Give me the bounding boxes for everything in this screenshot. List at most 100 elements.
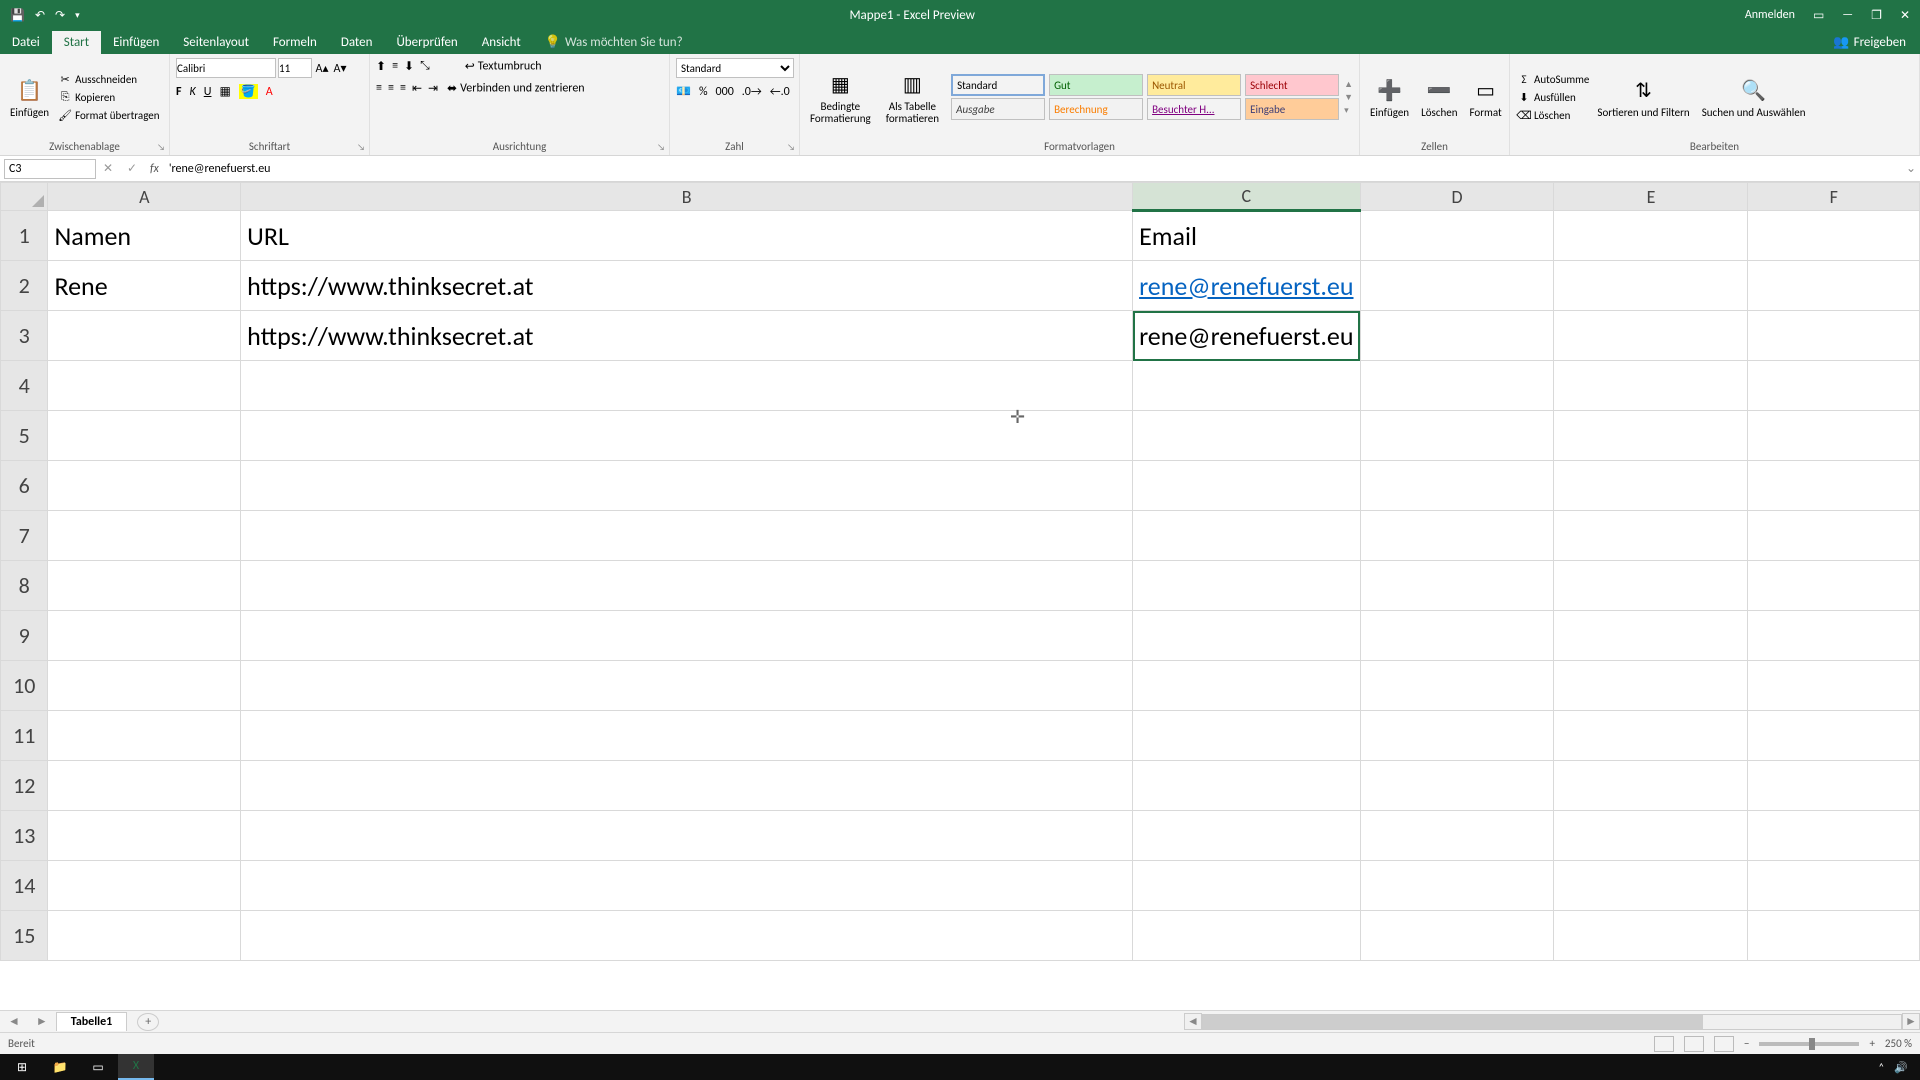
cell[interactable] <box>241 511 1133 561</box>
cell[interactable] <box>241 861 1133 911</box>
share-button[interactable]: 👥 Freigeben <box>1819 31 1920 54</box>
cell[interactable] <box>241 611 1133 661</box>
cell[interactable] <box>1748 661 1920 711</box>
dialog-launcher-icon[interactable]: ↘ <box>657 142 665 153</box>
cell[interactable] <box>48 311 241 361</box>
row-header[interactable]: 5 <box>1 411 48 461</box>
autosum-button[interactable]: ΣAutoSumme <box>1516 71 1589 87</box>
fill-button[interactable]: ⬇Ausfüllen <box>1516 89 1589 105</box>
cell[interactable] <box>1133 461 1360 511</box>
dialog-launcher-icon[interactable]: ↘ <box>157 142 165 153</box>
tab-daten[interactable]: Daten <box>329 31 385 54</box>
tab-start[interactable]: Start <box>52 31 101 54</box>
align-right-icon[interactable]: ≡ <box>400 81 406 95</box>
signin-link[interactable]: Anmelden <box>1745 8 1795 22</box>
increase-font-icon[interactable]: A▴ <box>314 60 330 76</box>
scroll-thumb[interactable] <box>1203 1015 1703 1029</box>
cell[interactable] <box>1133 711 1360 761</box>
cell[interactable] <box>1360 661 1554 711</box>
cell[interactable] <box>241 761 1133 811</box>
zoom-slider[interactable] <box>1759 1042 1859 1046</box>
style-standard[interactable]: Standard <box>951 74 1045 96</box>
cell[interactable] <box>1554 661 1748 711</box>
new-sheet-button[interactable]: + <box>137 1013 159 1031</box>
minimize-icon[interactable]: — <box>1842 8 1853 22</box>
cell[interactable] <box>1748 911 1920 961</box>
cell[interactable] <box>1360 611 1554 661</box>
start-menu-icon[interactable]: ⊞ <box>4 1054 40 1080</box>
sheet-nav-next-icon[interactable]: ► <box>28 1014 56 1029</box>
cell[interactable] <box>1554 811 1748 861</box>
expand-formula-bar-icon[interactable]: ⌄ <box>1902 161 1920 176</box>
align-top-icon[interactable]: ⬆ <box>376 59 386 74</box>
column-header[interactable]: E <box>1554 183 1748 211</box>
wrap-text-button[interactable]: ↩Textumbruch <box>462 58 542 74</box>
row-header[interactable]: 2 <box>1 261 48 311</box>
align-bottom-icon[interactable]: ⬇ <box>404 59 414 74</box>
cell[interactable] <box>48 761 241 811</box>
clear-button[interactable]: ⌫Löschen <box>1516 107 1589 123</box>
merge-center-button[interactable]: ⬌Verbinden und zentrieren <box>444 80 585 96</box>
horizontal-scrollbar[interactable]: ◄ ► <box>1184 1013 1920 1030</box>
dialog-launcher-icon[interactable]: ↘ <box>357 142 365 153</box>
sheet-tab-active[interactable]: Tabelle1 <box>56 1012 127 1031</box>
cell[interactable] <box>1360 311 1554 361</box>
italic-button[interactable]: K <box>190 85 196 99</box>
task-view-icon[interactable]: ▭ <box>80 1054 116 1080</box>
tray-chevron-icon[interactable]: ˄ <box>1878 1061 1884 1074</box>
row-header[interactable]: 11 <box>1 711 48 761</box>
normal-view-icon[interactable] <box>1654 1036 1674 1052</box>
cell[interactable] <box>1554 911 1748 961</box>
cell[interactable] <box>1748 711 1920 761</box>
cell[interactable] <box>241 411 1133 461</box>
copy-button[interactable]: ⎘Kopieren <box>57 89 159 105</box>
tab-einfuegen[interactable]: Einfügen <box>101 31 171 54</box>
cell[interactable] <box>1554 611 1748 661</box>
indent-decrease-icon[interactable]: ⇤ <box>412 81 422 96</box>
orientation-icon[interactable]: ⤡ <box>420 59 430 73</box>
zoom-out-icon[interactable]: − <box>1744 1037 1749 1050</box>
cell[interactable] <box>241 711 1133 761</box>
cell[interactable] <box>1748 361 1920 411</box>
save-icon[interactable]: 💾 <box>10 8 25 23</box>
cell[interactable] <box>1360 561 1554 611</box>
cell[interactable] <box>1748 311 1920 361</box>
fill-color-icon[interactable]: 🪣 <box>239 84 258 99</box>
row-header[interactable]: 1 <box>1 211 48 261</box>
styles-more-icon[interactable]: ▾ <box>1344 105 1353 116</box>
scroll-track[interactable] <box>1202 1014 1902 1030</box>
find-select-button[interactable]: 🔍Suchen und Auswählen <box>1698 73 1810 121</box>
cell[interactable]: URL <box>241 211 1133 261</box>
cell[interactable] <box>48 711 241 761</box>
row-header[interactable]: 4 <box>1 361 48 411</box>
column-header[interactable]: D <box>1360 183 1554 211</box>
align-center-icon[interactable]: ≡ <box>388 81 394 95</box>
cell[interactable]: Namen <box>48 211 241 261</box>
scroll-left-icon[interactable]: ◄ <box>1184 1013 1202 1030</box>
cell[interactable] <box>1133 411 1360 461</box>
column-header[interactable]: B <box>241 183 1133 211</box>
cell[interactable] <box>1748 211 1920 261</box>
cell[interactable] <box>1554 261 1748 311</box>
currency-icon[interactable]: 💶 <box>676 84 691 99</box>
cell[interactable] <box>1360 911 1554 961</box>
spreadsheet-grid[interactable]: ABCDEF1NamenURLEmail2Renehttps://www.thi… <box>0 182 1920 1010</box>
cell[interactable] <box>1554 861 1748 911</box>
cell[interactable] <box>241 661 1133 711</box>
page-layout-view-icon[interactable] <box>1684 1036 1704 1052</box>
column-header[interactable]: C <box>1133 183 1360 211</box>
cell[interactable]: Email <box>1133 211 1360 261</box>
cell[interactable] <box>1133 911 1360 961</box>
row-header[interactable]: 9 <box>1 611 48 661</box>
style-eingabe[interactable]: Eingabe <box>1245 98 1339 120</box>
close-icon[interactable]: ✕ <box>1900 8 1910 23</box>
name-box[interactable] <box>4 159 96 179</box>
format-painter-button[interactable]: 🖌Format übertragen <box>57 107 159 123</box>
cell[interactable] <box>1554 211 1748 261</box>
border-icon[interactable]: ▦ <box>219 84 230 99</box>
row-header[interactable]: 12 <box>1 761 48 811</box>
style-neutral[interactable]: Neutral <box>1147 74 1241 96</box>
bold-button[interactable]: F <box>176 85 182 99</box>
sort-filter-button[interactable]: ⇅Sortieren und Filtern <box>1593 73 1693 121</box>
enter-formula-icon[interactable]: ✓ <box>120 161 144 176</box>
